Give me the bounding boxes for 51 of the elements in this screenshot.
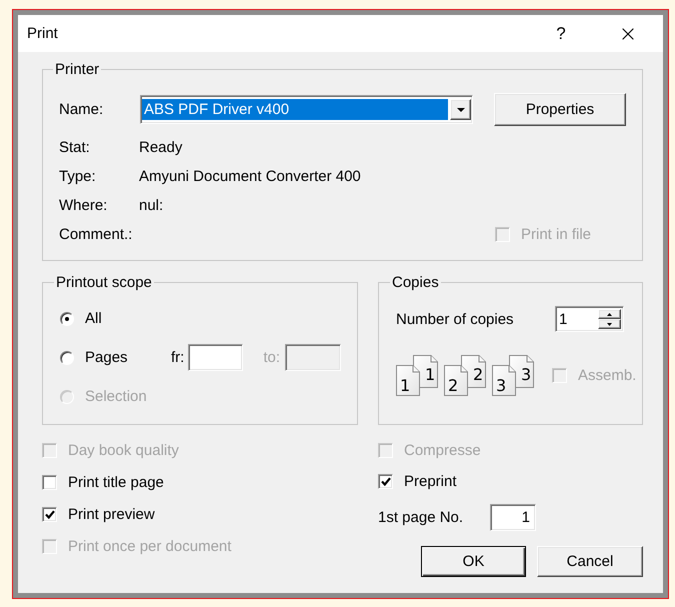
radio-label[interactable]: Pages	[85, 349, 128, 366]
copies-spinbox[interactable]: 1	[555, 306, 624, 332]
cancel-button[interactable]: Cancel	[537, 546, 643, 577]
radio-button[interactable]	[60, 312, 74, 326]
radio-dot-icon	[65, 316, 69, 320]
ok-button[interactable]: OK	[421, 546, 526, 577]
page-number: 3	[521, 366, 532, 383]
checkbox[interactable]	[42, 475, 57, 490]
page-number: 2	[473, 366, 484, 383]
group-title: Printout scope	[55, 274, 153, 291]
group-title: Printer	[54, 61, 100, 78]
info-label: Type:	[59, 168, 97, 185]
help-button[interactable]: ?	[538, 18, 584, 48]
checkbox[interactable]	[378, 474, 393, 489]
group-title: Copies	[391, 274, 440, 291]
checkbox-label[interactable]: Print preview	[68, 506, 155, 523]
info-value: Ready	[139, 139, 182, 156]
radio-button[interactable]	[60, 350, 74, 364]
field-label: fr:	[171, 349, 184, 366]
selected-printer[interactable]: ABS PDF Driver v400	[142, 99, 448, 120]
info-label: Where:	[59, 197, 108, 214]
first-page-field[interactable]: 1	[490, 504, 536, 531]
caret-down-icon	[607, 322, 612, 326]
info-label: Comment.:	[59, 226, 134, 243]
checkbox[interactable]	[42, 507, 57, 522]
properties-button[interactable]: Properties	[494, 93, 626, 126]
input-field[interactable]	[188, 344, 244, 371]
field-label: Number of copies	[396, 310, 514, 328]
spin-down-button[interactable]	[598, 319, 621, 329]
field-label: 1st page No.	[378, 509, 464, 526]
page-number: 1	[425, 366, 436, 383]
page-number: 1	[400, 377, 410, 394]
info-label: Stat:	[59, 139, 91, 156]
window-title: Print	[27, 25, 58, 42]
checkbox-label[interactable]: Preprint	[404, 473, 457, 490]
info-value: Amyuni Document Converter 400	[139, 168, 361, 185]
field-label: Name:	[59, 101, 104, 118]
printer-dropdown[interactable]: ABS PDF Driver v400	[140, 95, 473, 124]
page-number: 2	[448, 377, 458, 394]
dropdown-button[interactable]	[450, 99, 471, 120]
checkmark-icon	[44, 510, 54, 519]
page-number: 3	[496, 377, 506, 394]
caret-down-icon	[456, 108, 464, 112]
caret-up-icon	[607, 312, 612, 316]
checkbox-label[interactable]: Print title page	[68, 474, 164, 491]
field-label: to:	[263, 349, 280, 366]
info-value: nul:	[139, 197, 164, 214]
checkmark-icon	[380, 477, 390, 486]
radio-label[interactable]: All	[85, 310, 102, 327]
spin-up-button[interactable]	[598, 309, 621, 319]
copies-value[interactable]: 1	[559, 310, 568, 328]
